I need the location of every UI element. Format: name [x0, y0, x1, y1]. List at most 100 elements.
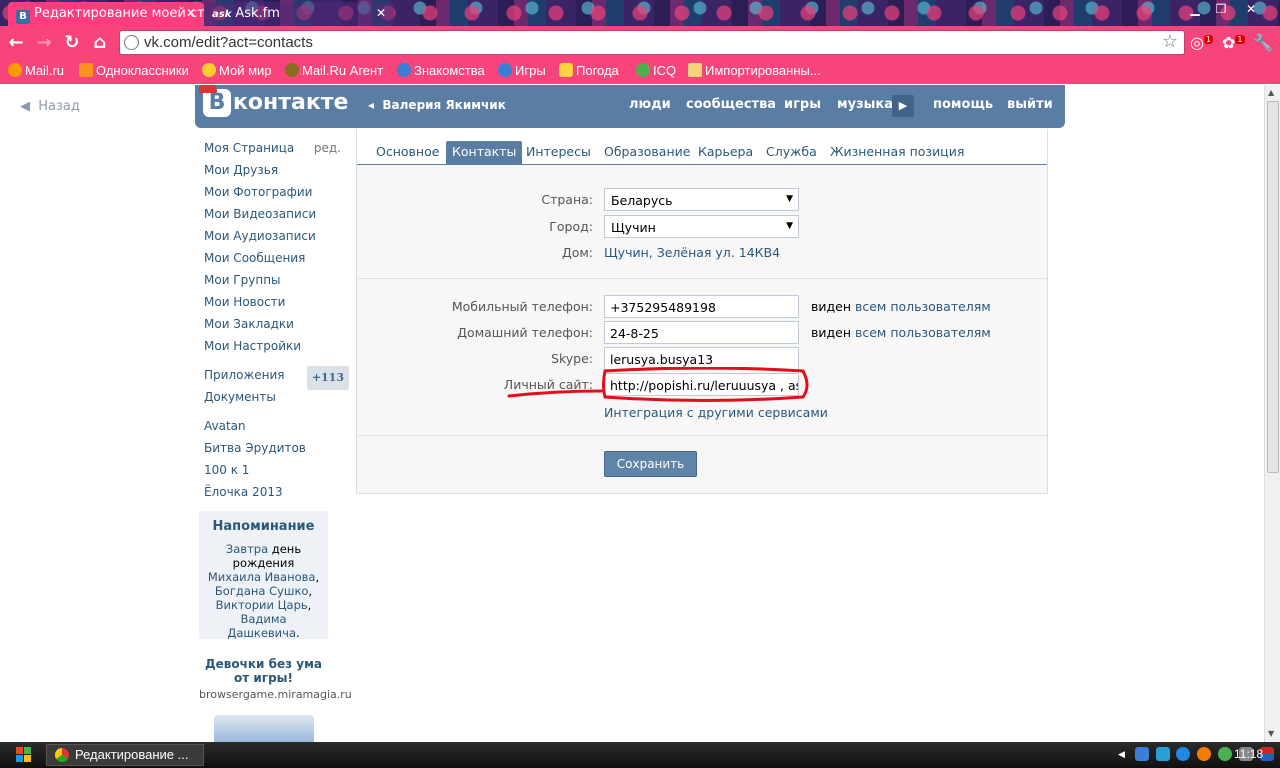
menu-groups[interactable]: Мои Группы — [199, 269, 349, 291]
tab-basic[interactable]: Основное — [370, 141, 445, 165]
ad-title[interactable]: Девочки без ума от игры! — [199, 657, 328, 685]
menu-app-avatan[interactable]: Avatan — [199, 415, 349, 437]
tab-vk-edit[interactable]: В Редактирование моей ст ✕ — [8, 2, 204, 26]
icq-icon — [636, 63, 650, 77]
scroll-down-icon[interactable]: ▼ — [1268, 729, 1274, 738]
nav-communities[interactable]: сообщества — [686, 97, 776, 112]
menu-videos[interactable]: Мои Видеозаписи — [199, 203, 349, 225]
bookmark-star-icon[interactable]: ☆ — [1162, 31, 1178, 52]
bookmark-imported-folder[interactable]: Импортированны... — [688, 63, 821, 78]
tab-contacts[interactable]: Контакты — [446, 141, 523, 165]
tray-mail-icon[interactable] — [1176, 746, 1191, 761]
bookmark-pogoda[interactable]: Погода — [559, 63, 619, 78]
tray-skype-icon[interactable] — [1155, 746, 1170, 761]
menu-audio[interactable]: Мои Аудиозаписи — [199, 225, 349, 247]
skype-field[interactable]: lerusya.busya13 — [604, 347, 799, 370]
menu-settings[interactable]: Мои Настройки — [199, 335, 349, 357]
bookmark-igry[interactable]: Игры — [498, 63, 546, 78]
menu-photos[interactable]: Мои Фотографии — [199, 181, 349, 203]
nav-help[interactable]: помощь — [933, 97, 993, 112]
menu-messages[interactable]: Мои Сообщения — [199, 247, 349, 269]
reload-icon[interactable]: ↻ — [60, 31, 84, 55]
menu-news[interactable]: Мои Новости — [199, 291, 349, 313]
bookmark-mailru[interactable]: Mail.ru — [8, 63, 64, 78]
reminder-person-link[interactable]: Богдана Сушко — [215, 584, 309, 598]
back-link[interactable]: ◀ Назад — [20, 99, 80, 114]
menu-apps[interactable]: Приложения +113 — [199, 364, 349, 390]
ad-domain: browsergame.miramagia.ru — [199, 688, 352, 701]
visibility-note: виден всем пользователям — [811, 325, 991, 340]
taskbar-clock: 11:18 — [1234, 747, 1264, 761]
integration-link[interactable]: Интеграция с другими сервисами — [604, 405, 828, 420]
menu-bookmarks[interactable]: Мои Закладки — [199, 313, 349, 335]
tray-expand-icon[interactable]: ◀ — [1118, 750, 1125, 760]
scroll-thumb[interactable] — [1267, 101, 1279, 473]
home-icon[interactable]: ⌂ — [88, 31, 112, 55]
tab-career[interactable]: Карьера — [692, 141, 759, 165]
reminder-person-link[interactable]: Виктории Царь — [216, 598, 308, 612]
ad-image[interactable] — [213, 715, 314, 742]
close-icon[interactable]: ✕ — [186, 6, 196, 20]
tray-agent-icon[interactable] — [1197, 746, 1212, 761]
profile-tabs: Основное Контакты Интересы Образование К… — [357, 129, 1047, 165]
country-select[interactable]: Беларусь — [604, 188, 799, 211]
tray-icq-icon[interactable] — [1218, 746, 1233, 761]
user-name-link[interactable]: ◂ Валерия Якимчик — [368, 98, 506, 112]
visibility-link[interactable]: всем пользователям — [855, 299, 991, 314]
home-row: Дом: Щучин, Зелёная ул. 14КВ4 — [357, 241, 1047, 265]
bookmark-label: Игры — [515, 63, 546, 78]
tab-askfm[interactable]: ask Ask.fm ✕ — [204, 2, 394, 26]
menu-divider — [199, 408, 349, 415]
bookmark-znakomstva[interactable]: Знакомства — [397, 63, 485, 78]
tab-education[interactable]: Образование — [598, 141, 696, 165]
reminder-person-link[interactable]: Вадима Дашкевича — [227, 612, 296, 640]
wrench-icon[interactable]: 🔧 — [1252, 33, 1274, 55]
menu-documents[interactable]: Документы — [199, 386, 349, 408]
close-icon[interactable]: ✕ — [376, 6, 386, 20]
tab-interests[interactable]: Интересы — [520, 141, 597, 165]
taskbar-item-chrome[interactable]: Редактирование ... — [46, 744, 204, 766]
nav-music[interactable]: музыка — [837, 97, 893, 112]
windows-start-icon[interactable] — [8, 745, 38, 765]
tab-service[interactable]: Служба — [760, 141, 823, 165]
menu-app-100k1[interactable]: 100 к 1 — [199, 459, 349, 481]
mobile-phone-field[interactable]: +375295489198 — [604, 295, 799, 318]
home-phone-field[interactable]: 24-8-25 — [604, 321, 799, 344]
nav-people[interactable]: люди — [629, 97, 671, 112]
moimir-icon — [202, 63, 216, 77]
nav-games[interactable]: игры — [784, 97, 821, 112]
icq-ext-icon[interactable]: ✿ 1 — [1222, 33, 1245, 55]
maximize-icon[interactable]: ❐ — [1210, 2, 1232, 18]
back-arrow-icon[interactable]: ← — [4, 31, 28, 55]
forward-arrow-icon[interactable]: → — [32, 31, 56, 55]
minimize-icon[interactable]: ▁ — [1184, 2, 1206, 18]
mail-ext-icon[interactable]: ◎ 1 — [1190, 33, 1214, 55]
edit-link[interactable]: ред. — [314, 137, 341, 159]
vertical-scrollbar[interactable]: ▲ ▼ — [1264, 85, 1280, 742]
menu-app-elochka[interactable]: Ёлочка 2013 — [199, 481, 349, 503]
bookmark-moimir[interactable]: Мой мир — [202, 63, 272, 78]
ad-block[interactable]: Девочки без ума от игры! browsergame.mir… — [199, 657, 352, 742]
bookmark-odnoklassniki[interactable]: Одноклассники — [79, 63, 189, 78]
reminder-person-link[interactable]: Михаила Иванова — [208, 570, 316, 584]
vk-logo[interactable]: Вконтакте — [199, 85, 348, 117]
menu-my-page[interactable]: Моя Страница ред. — [199, 137, 349, 159]
home-link[interactable]: Щучин, Зелёная ул. 14КВ4 — [604, 245, 780, 260]
bookmark-icq[interactable]: ICQ — [636, 63, 676, 78]
save-button[interactable]: Сохранить — [604, 451, 697, 477]
menu-app-bitva-erudited[interactable]: Битва Эрудитов — [199, 437, 349, 459]
bookmark-mailru-agent[interactable]: Mail.Ru Агент — [285, 63, 383, 78]
website-field[interactable]: http://popishi.ru/leruuusya , ask.fm — [604, 373, 799, 396]
nav-logout[interactable]: выйти — [1007, 97, 1053, 112]
play-icon[interactable]: ▶ — [892, 95, 914, 117]
reminder-when-link[interactable]: Завтра — [226, 542, 268, 556]
close-window-icon[interactable]: ✕ — [1240, 2, 1262, 18]
address-bar[interactable]: vk.com/edit?act=contacts ☆ — [119, 30, 1185, 55]
city-select[interactable]: Щучин — [604, 215, 799, 238]
tab-life-position[interactable]: Жизненная позиция — [824, 141, 970, 165]
scroll-up-icon[interactable]: ▲ — [1268, 88, 1274, 97]
menu-friends[interactable]: Мои Друзья — [199, 159, 349, 181]
tray-network-icon[interactable] — [1134, 746, 1149, 761]
visibility-prefix: виден — [811, 299, 855, 314]
visibility-link[interactable]: всем пользователям — [855, 325, 991, 340]
